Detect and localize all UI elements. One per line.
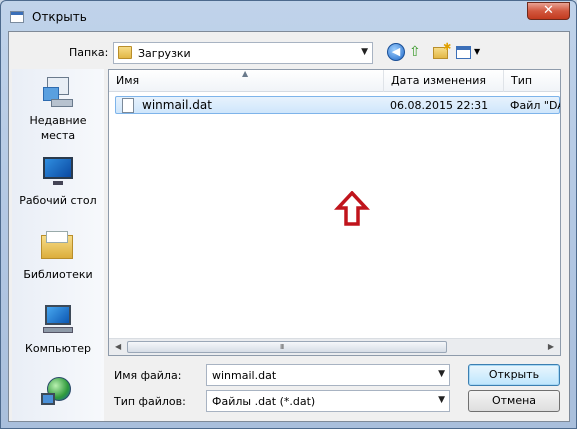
file-icon (122, 98, 134, 113)
file-type: Файл "DA (510, 99, 561, 112)
place-network[interactable] (12, 375, 104, 413)
file-name: winmail.dat (142, 98, 212, 112)
column-name-label: Имя (116, 74, 140, 87)
chevron-down-icon[interactable]: ▼ (438, 369, 445, 379)
places-bar: Недавние места Рабочий стол Библиотеки К… (12, 69, 104, 421)
filename-value: winmail.dat (212, 369, 277, 382)
folder-dropdown[interactable]: Загрузки ▼ (113, 42, 373, 64)
file-date: 06.08.2015 22:31 (390, 99, 489, 112)
title-bar[interactable]: Открыть ✕ (1, 1, 576, 31)
window-icon (10, 11, 24, 23)
place-libraries[interactable]: Библиотеки (12, 229, 104, 282)
cancel-button[interactable]: Отмена (468, 390, 560, 412)
place-label: Недавние (29, 114, 87, 127)
scroll-thumb[interactable]: III (127, 341, 447, 353)
libraries-icon (41, 229, 75, 263)
scroll-left-icon[interactable]: ◀ (115, 342, 121, 351)
new-folder-icon[interactable]: ✱ (431, 42, 451, 63)
chevron-down-icon[interactable]: ▼ (361, 47, 368, 57)
network-icon (41, 375, 75, 409)
close-button[interactable]: ✕ (527, 2, 570, 20)
place-label: Компьютер (25, 342, 91, 355)
filename-label: Имя файла: (114, 369, 182, 382)
sort-up-icon: ▲ (242, 69, 249, 78)
horizontal-scrollbar[interactable]: ◀ III ▶ (109, 338, 560, 355)
recent-places-icon (41, 75, 75, 109)
back-arrow-icon[interactable]: ◀ (387, 43, 405, 61)
place-label-2: места (40, 129, 76, 142)
place-label: Рабочий стол (19, 194, 97, 207)
view-menu-icon[interactable]: ▼ (454, 43, 482, 63)
column-type[interactable]: Тип (504, 70, 560, 92)
desktop-icon (41, 155, 75, 189)
file-row[interactable]: winmail.dat 06.08.2015 22:31 Файл "DA (115, 96, 560, 114)
place-desktop[interactable]: Рабочий стол (12, 155, 104, 208)
window-title: Открыть (32, 10, 87, 24)
open-button[interactable]: Открыть (468, 364, 560, 386)
filetype-value: Файлы .dat (*.dat) (212, 395, 316, 408)
place-computer[interactable]: Компьютер (12, 303, 104, 356)
column-name[interactable]: Имя ▲ (109, 70, 384, 92)
scroll-right-icon[interactable]: ▶ (548, 342, 554, 351)
column-date[interactable]: Дата изменения (384, 70, 504, 92)
computer-icon (41, 303, 75, 337)
filetype-select[interactable]: Файлы .dat (*.dat) ▼ (206, 390, 450, 412)
place-recent[interactable]: Недавние места (12, 75, 104, 143)
folder-icon (118, 46, 132, 59)
chevron-down-icon[interactable]: ▼ (438, 395, 445, 405)
red-up-arrow-icon (334, 191, 370, 226)
place-label: Библиотеки (23, 268, 93, 281)
dialog-client-area: Папка: Загрузки ▼ ◀ ⇧ ✱ ▼ Недавние места… (8, 31, 570, 422)
open-file-dialog: Открыть ✕ Папка: Загрузки ▼ ◀ ⇧ ✱ ▼ Неда… (0, 0, 577, 429)
folder-label: Папка: (69, 46, 109, 59)
list-header: Имя ▲ Дата изменения Тип (109, 70, 560, 92)
scroll-grip: III (280, 343, 284, 351)
filename-input[interactable]: winmail.dat ▼ (206, 364, 450, 386)
file-list[interactable]: Имя ▲ Дата изменения Тип winmail.dat 06.… (108, 69, 561, 356)
up-folder-icon[interactable]: ⇧ (409, 43, 425, 63)
folder-value: Загрузки (138, 47, 191, 60)
filetype-label: Тип файлов: (114, 395, 186, 408)
